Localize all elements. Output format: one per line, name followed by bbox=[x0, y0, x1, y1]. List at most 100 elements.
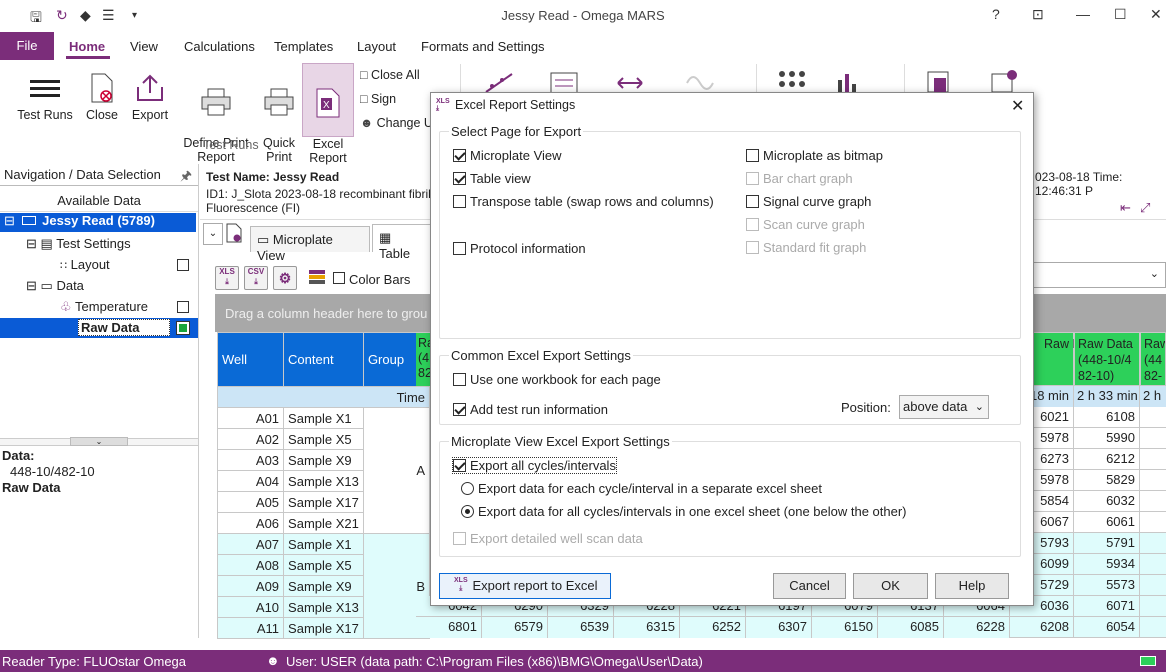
export-page-checkbox[interactable]: Microplate View bbox=[453, 148, 562, 163]
raw-data-checkbox[interactable] bbox=[176, 321, 190, 335]
temperature-checkbox[interactable] bbox=[177, 301, 189, 313]
detailed-well-scan-checkbox[interactable]: Export detailed well scan data bbox=[453, 531, 643, 546]
new-tab-icon[interactable] bbox=[226, 223, 244, 245]
cell-well: A05 bbox=[216, 491, 285, 513]
collapse-icon[interactable]: ⊟ bbox=[26, 278, 37, 293]
tab-microplate-view[interactable]: ▭ Microplate View bbox=[250, 226, 370, 263]
splitter-arrow-icon[interactable]: ⌄ bbox=[70, 437, 128, 446]
maximize-icon[interactable]: ☐ bbox=[1114, 6, 1127, 23]
col-header-raw-3[interactable]: Raw (44 82- bbox=[1140, 332, 1166, 386]
export-page-checkbox[interactable]: Standard fit graph bbox=[746, 240, 866, 255]
tree-item-raw-data[interactable]: Raw Data bbox=[78, 319, 170, 336]
collapse-icon[interactable]: ⊟ bbox=[26, 236, 37, 251]
export-page-checkbox[interactable]: Protocol information bbox=[453, 241, 586, 256]
chevron-down-icon: ⌄ bbox=[1149, 268, 1159, 280]
export-page-checkbox[interactable]: Scan curve graph bbox=[746, 217, 865, 232]
data-info-value: 448-10/482-10 bbox=[10, 464, 95, 479]
settings-gear-icon[interactable]: ⚙ bbox=[273, 266, 297, 290]
close-all-button[interactable]: □ Close All bbox=[360, 68, 420, 82]
export-page-checkbox[interactable]: Transpose table (swap rows and columns) bbox=[453, 194, 714, 209]
expand-panel-icon[interactable]: ⤢ bbox=[1140, 200, 1150, 216]
cancel-button[interactable]: Cancel bbox=[773, 573, 846, 599]
pin-icon[interactable]: 🖈 bbox=[180, 167, 192, 189]
color-bars-checkbox[interactable] bbox=[333, 272, 345, 284]
layout-checkbox[interactable] bbox=[177, 259, 189, 271]
sign-button[interactable]: □ Sign bbox=[360, 92, 396, 106]
nav-header-label: Navigation / Data Selection bbox=[4, 167, 161, 182]
export-label: Export bbox=[131, 108, 169, 122]
one-sheet-radio[interactable]: Export data for all cycles/intervals in … bbox=[461, 504, 907, 519]
position-label: Position: bbox=[841, 400, 891, 415]
header-line: Raw Data bbox=[1078, 337, 1133, 351]
dialog-close-icon[interactable]: ✕ bbox=[1011, 96, 1024, 116]
quick-print-button[interactable]: Quick Print bbox=[258, 68, 300, 178]
export-button[interactable]: Export bbox=[128, 68, 172, 122]
checkbox-box bbox=[453, 373, 466, 386]
cell-value: 6579 bbox=[482, 617, 548, 638]
col-header-content[interactable]: Content bbox=[283, 332, 364, 387]
collapse-panel-icon[interactable]: ⇤ bbox=[1120, 200, 1131, 216]
close-button[interactable]: Close bbox=[82, 68, 122, 122]
cell-well: A02 bbox=[216, 428, 285, 450]
menu-home[interactable]: Home bbox=[69, 39, 105, 54]
col-header-raw-2[interactable]: Raw Data (448-10/4 82-10) bbox=[1074, 332, 1140, 386]
one-workbook-checkbox[interactable]: Use one workbook for each page bbox=[453, 372, 661, 387]
cell-value bbox=[1140, 428, 1166, 448]
quick-print-icon bbox=[258, 82, 300, 122]
checkbox-label: Use one workbook for each page bbox=[470, 372, 661, 387]
export-page-checkbox[interactable]: Signal curve graph bbox=[746, 194, 871, 209]
tab-table[interactable]: ▦ Table bbox=[372, 224, 432, 261]
tree-root-jessy-read[interactable]: ⊟ Jessy Read (5789) bbox=[0, 213, 196, 232]
tree-item-test-settings[interactable]: ⊟ ▤ Test Settings bbox=[26, 236, 131, 252]
cell-content: Sample X5 bbox=[283, 428, 364, 450]
define-print-report-button[interactable]: Define Print Report bbox=[180, 68, 252, 178]
collapse-icon[interactable]: ⊟ bbox=[4, 213, 15, 228]
close-window-icon[interactable]: ✕ bbox=[1150, 6, 1162, 23]
csv-export-icon[interactable]: CSV ⤓ bbox=[244, 266, 268, 290]
export-all-cycles-checkbox[interactable]: Export all cycles/intervals bbox=[452, 457, 617, 474]
table-row[interactable]: A07 Sample X1 B bbox=[216, 533, 431, 639]
menu-view[interactable]: View bbox=[130, 39, 158, 54]
menu-formats-settings[interactable]: Formats and Settings bbox=[421, 39, 545, 54]
tab-dropdown-icon[interactable]: ⌄ bbox=[203, 223, 223, 245]
minimize-icon[interactable]: — bbox=[1076, 6, 1090, 22]
restore-ribbon-icon[interactable]: ⊡ bbox=[1032, 6, 1044, 23]
help-button[interactable]: Help bbox=[935, 573, 1009, 599]
export-page-checkbox[interactable]: Microplate as bitmap bbox=[746, 148, 883, 163]
menu-file[interactable]: File bbox=[0, 32, 54, 60]
add-test-run-info-checkbox[interactable]: Add test run information bbox=[453, 402, 608, 417]
xls-export-icon[interactable]: XLS ⤓ bbox=[215, 266, 239, 290]
col-header-raw-partial[interactable]: Ra (4 82 bbox=[416, 333, 430, 386]
test-runs-button[interactable]: Test Runs bbox=[14, 68, 76, 122]
tree-item-layout[interactable]: ∷ Layout bbox=[60, 257, 110, 272]
ok-button[interactable]: OK bbox=[853, 573, 928, 599]
table-row[interactable]: 6208 6054 bbox=[1010, 617, 1166, 638]
excel-report-button[interactable]: X Excel Report bbox=[302, 63, 354, 165]
checkbox-box bbox=[746, 241, 759, 254]
microplate-export-label: Microplate View Excel Export Settings bbox=[449, 434, 672, 449]
change-user-button[interactable]: ☻ Change U bbox=[360, 116, 433, 130]
export-page-checkbox[interactable]: Table view bbox=[453, 171, 531, 186]
layout-grid-icon: ∷ bbox=[60, 260, 67, 272]
cell-value: 6054 bbox=[1074, 617, 1140, 637]
tree-item-data[interactable]: ⊟ ▭ Data bbox=[26, 278, 84, 294]
help-icon[interactable]: ? bbox=[992, 6, 1000, 22]
menu-layout[interactable]: Layout bbox=[357, 39, 396, 54]
user-icon: ☻ bbox=[266, 653, 280, 668]
export-page-checkbox[interactable]: Bar chart graph bbox=[746, 171, 853, 186]
export-report-button[interactable]: XLS ⤓ Export report to Excel bbox=[439, 573, 611, 599]
splitter[interactable]: ⌄ bbox=[0, 437, 198, 446]
title-bar: 🖫 ↻ ◆ ☰ ▾ Jessy Read - Omega MARS ? ⊡ — … bbox=[0, 0, 1166, 32]
tree-item-temperature[interactable]: ♧ Temperature bbox=[60, 299, 148, 315]
time-row-label: Time bbox=[217, 386, 430, 408]
menu-templates[interactable]: Templates bbox=[274, 39, 333, 54]
col-header-well[interactable]: Well bbox=[216, 332, 285, 387]
cell-well: A04 bbox=[216, 470, 285, 492]
table-row[interactable]: A01 Sample X1 A bbox=[216, 407, 431, 534]
menu-calculations[interactable]: Calculations bbox=[184, 39, 255, 54]
cell-value: 6228 bbox=[944, 617, 1010, 638]
cell-value: 5791 bbox=[1074, 533, 1140, 553]
position-select[interactable]: above data ⌄ bbox=[899, 395, 989, 419]
right-dropdown[interactable]: ⌄ bbox=[1032, 262, 1166, 288]
separate-sheet-radio[interactable]: Export data for each cycle/interval in a… bbox=[461, 481, 822, 496]
